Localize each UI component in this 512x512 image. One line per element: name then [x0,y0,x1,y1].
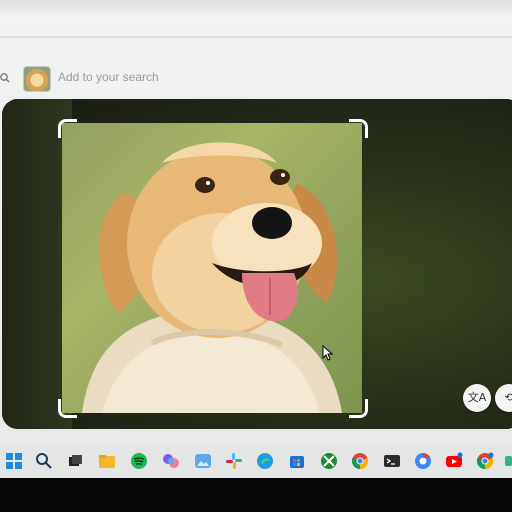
dog-image[interactable] [62,123,362,413]
edge-icon[interactable] [256,452,274,470]
chrome-alt-icon[interactable] [476,452,494,470]
mouse-cursor-icon [322,345,334,361]
xbox-icon[interactable] [320,452,338,470]
copilot-icon[interactable] [162,452,180,470]
selection-corner-bottom-left[interactable] [58,399,77,418]
monitor-screen: Add to your search 文A ⟲ [0,0,512,486]
task-view-icon[interactable] [66,452,84,470]
selection-corner-top-left[interactable] [58,119,77,138]
selection-corner-bottom-right[interactable] [349,399,368,418]
overflow-app-icon[interactable] [504,452,512,470]
browser-top-strip [0,0,512,14]
store-icon[interactable] [288,452,306,470]
chrome-profile-icon[interactable] [414,452,432,470]
windows-start-icon[interactable] [5,452,23,470]
golden-retriever-illustration [82,142,342,413]
lens-image-panel: 文A ⟲ [2,99,512,429]
photos-icon[interactable] [194,452,212,470]
search-icon [0,73,10,83]
selection-corner-top-right[interactable] [349,119,368,138]
monitor-bezel [0,478,512,512]
search-icon[interactable] [35,452,53,470]
file-explorer-icon[interactable] [98,452,116,470]
spotify-icon[interactable] [130,452,148,470]
youtube-icon[interactable] [445,452,463,470]
divider [0,36,512,38]
search-image-thumbnail[interactable] [23,66,51,92]
refresh-icon: ⟲ [504,391,512,404]
slack-icon[interactable] [225,452,243,470]
windows-taskbar [0,446,512,478]
translate-button[interactable]: 文A [463,384,491,412]
translate-icon: 文A [467,391,487,404]
terminal-icon[interactable] [383,452,401,470]
search-input-placeholder[interactable]: Add to your search [58,70,159,84]
chrome-icon[interactable] [351,452,369,470]
lens-search-bar[interactable]: Add to your search [0,60,512,96]
